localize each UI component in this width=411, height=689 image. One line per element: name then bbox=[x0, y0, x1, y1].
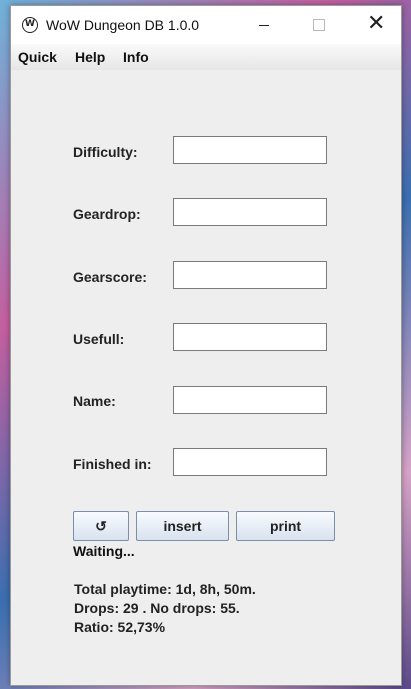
gearscore-input[interactable] bbox=[173, 261, 327, 289]
close-button[interactable]: ✕ bbox=[351, 6, 397, 44]
usefull-input[interactable] bbox=[173, 323, 327, 351]
ratio: Ratio: 52,73% bbox=[74, 619, 166, 635]
difficulty-label: Difficulty: bbox=[73, 144, 138, 160]
app-window: W WoW Dungeon DB 1.0.0 ✕ Quick Help Info… bbox=[10, 5, 402, 686]
menu-bar: Quick Help Info bbox=[11, 44, 401, 70]
app-icon: W bbox=[22, 17, 38, 33]
insert-button[interactable]: insert bbox=[136, 511, 229, 541]
difficulty-input[interactable] bbox=[173, 136, 327, 164]
menu-help[interactable]: Help bbox=[75, 49, 105, 65]
finished-in-label: Finished in: bbox=[73, 456, 152, 472]
name-label: Name: bbox=[73, 393, 116, 409]
geardrop-label: Geardrop: bbox=[73, 206, 141, 222]
name-input[interactable] bbox=[173, 386, 327, 414]
total-playtime: Total playtime: 1d, 8h, 50m. bbox=[74, 581, 256, 597]
minimize-button[interactable] bbox=[241, 6, 287, 44]
title-bar[interactable]: W WoW Dungeon DB 1.0.0 ✕ bbox=[11, 6, 401, 44]
close-icon: ✕ bbox=[367, 11, 386, 36]
geardrop-input[interactable] bbox=[173, 198, 327, 226]
menu-quick[interactable]: Quick bbox=[18, 49, 57, 65]
usefull-label: Usefull: bbox=[73, 331, 125, 347]
menu-info[interactable]: Info bbox=[123, 49, 149, 65]
refresh-button[interactable]: ↺ bbox=[73, 511, 129, 541]
drops-count: Drops: 29 . No drops: 55. bbox=[74, 600, 240, 616]
finished-in-input[interactable] bbox=[173, 448, 327, 476]
status-text: Waiting... bbox=[73, 543, 135, 559]
gearscore-label: Gearscore: bbox=[73, 269, 147, 285]
window-title: WoW Dungeon DB 1.0.0 bbox=[46, 17, 200, 33]
maximize-button bbox=[296, 6, 342, 44]
print-button[interactable]: print bbox=[236, 511, 335, 541]
